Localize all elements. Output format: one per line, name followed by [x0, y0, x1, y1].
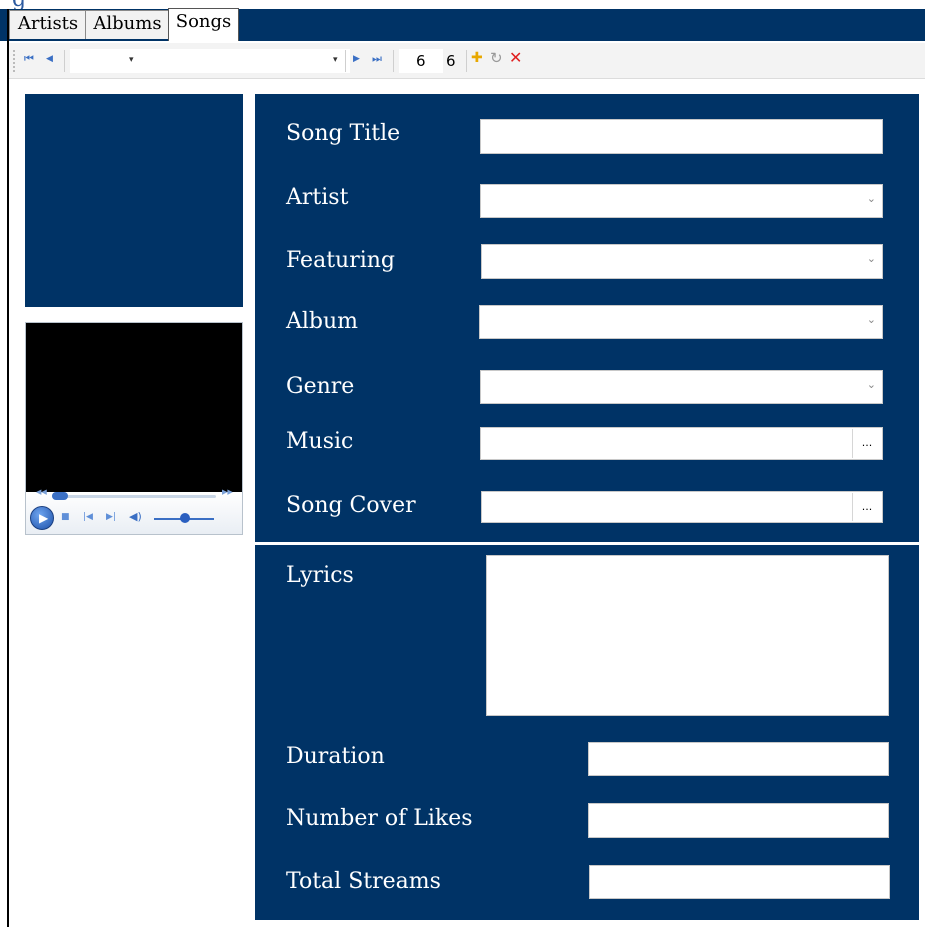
toolbar-separator: [466, 50, 467, 72]
refresh-icon[interactable]: ↻: [490, 49, 503, 67]
tab-albums[interactable]: Albums: [85, 10, 170, 39]
tab-songs[interactable]: Songs: [168, 8, 239, 41]
search-combobox[interactable]: [142, 49, 350, 73]
seek-bar[interactable]: [52, 495, 216, 498]
duration-label: Duration: [286, 744, 385, 769]
artist-label: Artist: [286, 185, 349, 210]
album-dropdown[interactable]: ⌄: [479, 305, 883, 339]
likes-input[interactable]: [588, 803, 889, 838]
next-track-icon[interactable]: ▶|: [106, 512, 116, 522]
album-label: Album: [286, 309, 359, 334]
position-item-field[interactable]: 6: [399, 49, 443, 73]
genre-dropdown[interactable]: ⌄: [480, 370, 883, 404]
fast-forward-icon[interactable]: ▶▶: [222, 488, 233, 496]
chevron-down-icon[interactable]: ▾: [129, 55, 134, 65]
rewind-icon[interactable]: ◀◀: [36, 488, 47, 496]
song-cover-picturebox[interactable]: [25, 94, 243, 307]
media-player[interactable]: ◀◀ ▶▶ ▶ ■ |◀ ▶| ◀): [25, 322, 243, 535]
lyrics-textarea[interactable]: [486, 555, 889, 716]
window-left-border: [7, 9, 9, 927]
song-title-label: Song Title: [286, 121, 401, 146]
music-label: Music: [286, 429, 354, 454]
genre-label: Genre: [286, 374, 355, 399]
volume-thumb[interactable]: [180, 513, 190, 523]
move-previous-icon[interactable]: ◀: [46, 54, 53, 64]
streams-input[interactable]: [589, 865, 890, 899]
toolbar-separator: [393, 50, 394, 72]
chevron-down-icon[interactable]: ⌄: [867, 313, 876, 326]
chevron-down-icon[interactable]: ⌄: [867, 192, 876, 205]
tab-artists[interactable]: Artists: [9, 10, 87, 39]
song-cover-label: Song Cover: [286, 493, 416, 518]
play-button[interactable]: ▶: [30, 506, 54, 530]
move-last-icon[interactable]: ⏭: [372, 52, 382, 66]
duration-input[interactable]: [588, 742, 889, 776]
filter-combobox[interactable]: [70, 49, 148, 73]
position-value: 6: [416, 52, 426, 70]
song-cover-browse-button[interactable]: ...: [852, 493, 881, 521]
add-new-icon[interactable]: ✚: [471, 50, 483, 66]
previous-track-icon[interactable]: |◀: [83, 512, 93, 522]
media-player-controls: ◀◀ ▶▶ ▶ ■ |◀ ▶| ◀): [26, 488, 242, 534]
chevron-down-icon[interactable]: ⌄: [867, 378, 876, 391]
count-value: 6: [446, 52, 456, 70]
music-browse-button[interactable]: ...: [852, 429, 881, 458]
count-item-field: 6: [439, 49, 472, 73]
chevron-down-icon[interactable]: ▾: [333, 55, 338, 65]
song-cover-file-input[interactable]: ...: [481, 491, 883, 523]
lyrics-label: Lyrics: [286, 563, 354, 588]
volume-icon[interactable]: ◀): [129, 510, 142, 523]
chevron-down-icon[interactable]: ⌄: [867, 252, 876, 265]
featuring-label: Featuring: [286, 248, 396, 273]
seek-thumb[interactable]: [52, 492, 68, 500]
play-icon: ▶: [39, 511, 49, 525]
artist-dropdown[interactable]: ⌄: [480, 184, 883, 218]
stop-icon[interactable]: ■: [61, 512, 70, 522]
featuring-dropdown[interactable]: ⌄: [481, 244, 883, 279]
move-next-icon[interactable]: ▶: [353, 54, 360, 64]
song-title-input[interactable]: [480, 119, 883, 154]
binding-navigator-toolbar: ⏮ ◀ ▾ ▾ ▶ ⏭ 6 6 ✚ ↻ ✕: [9, 43, 925, 79]
streams-label: Total Streams: [286, 869, 441, 894]
delete-icon[interactable]: ✕: [509, 48, 522, 67]
move-first-icon[interactable]: ⏮: [24, 52, 34, 66]
music-file-input[interactable]: ...: [480, 427, 883, 460]
likes-label: Number of Likes: [286, 806, 473, 831]
toolbar-separator: [64, 50, 65, 72]
toolbar-separator: [345, 50, 346, 72]
toolbar-grip[interactable]: [13, 50, 15, 72]
